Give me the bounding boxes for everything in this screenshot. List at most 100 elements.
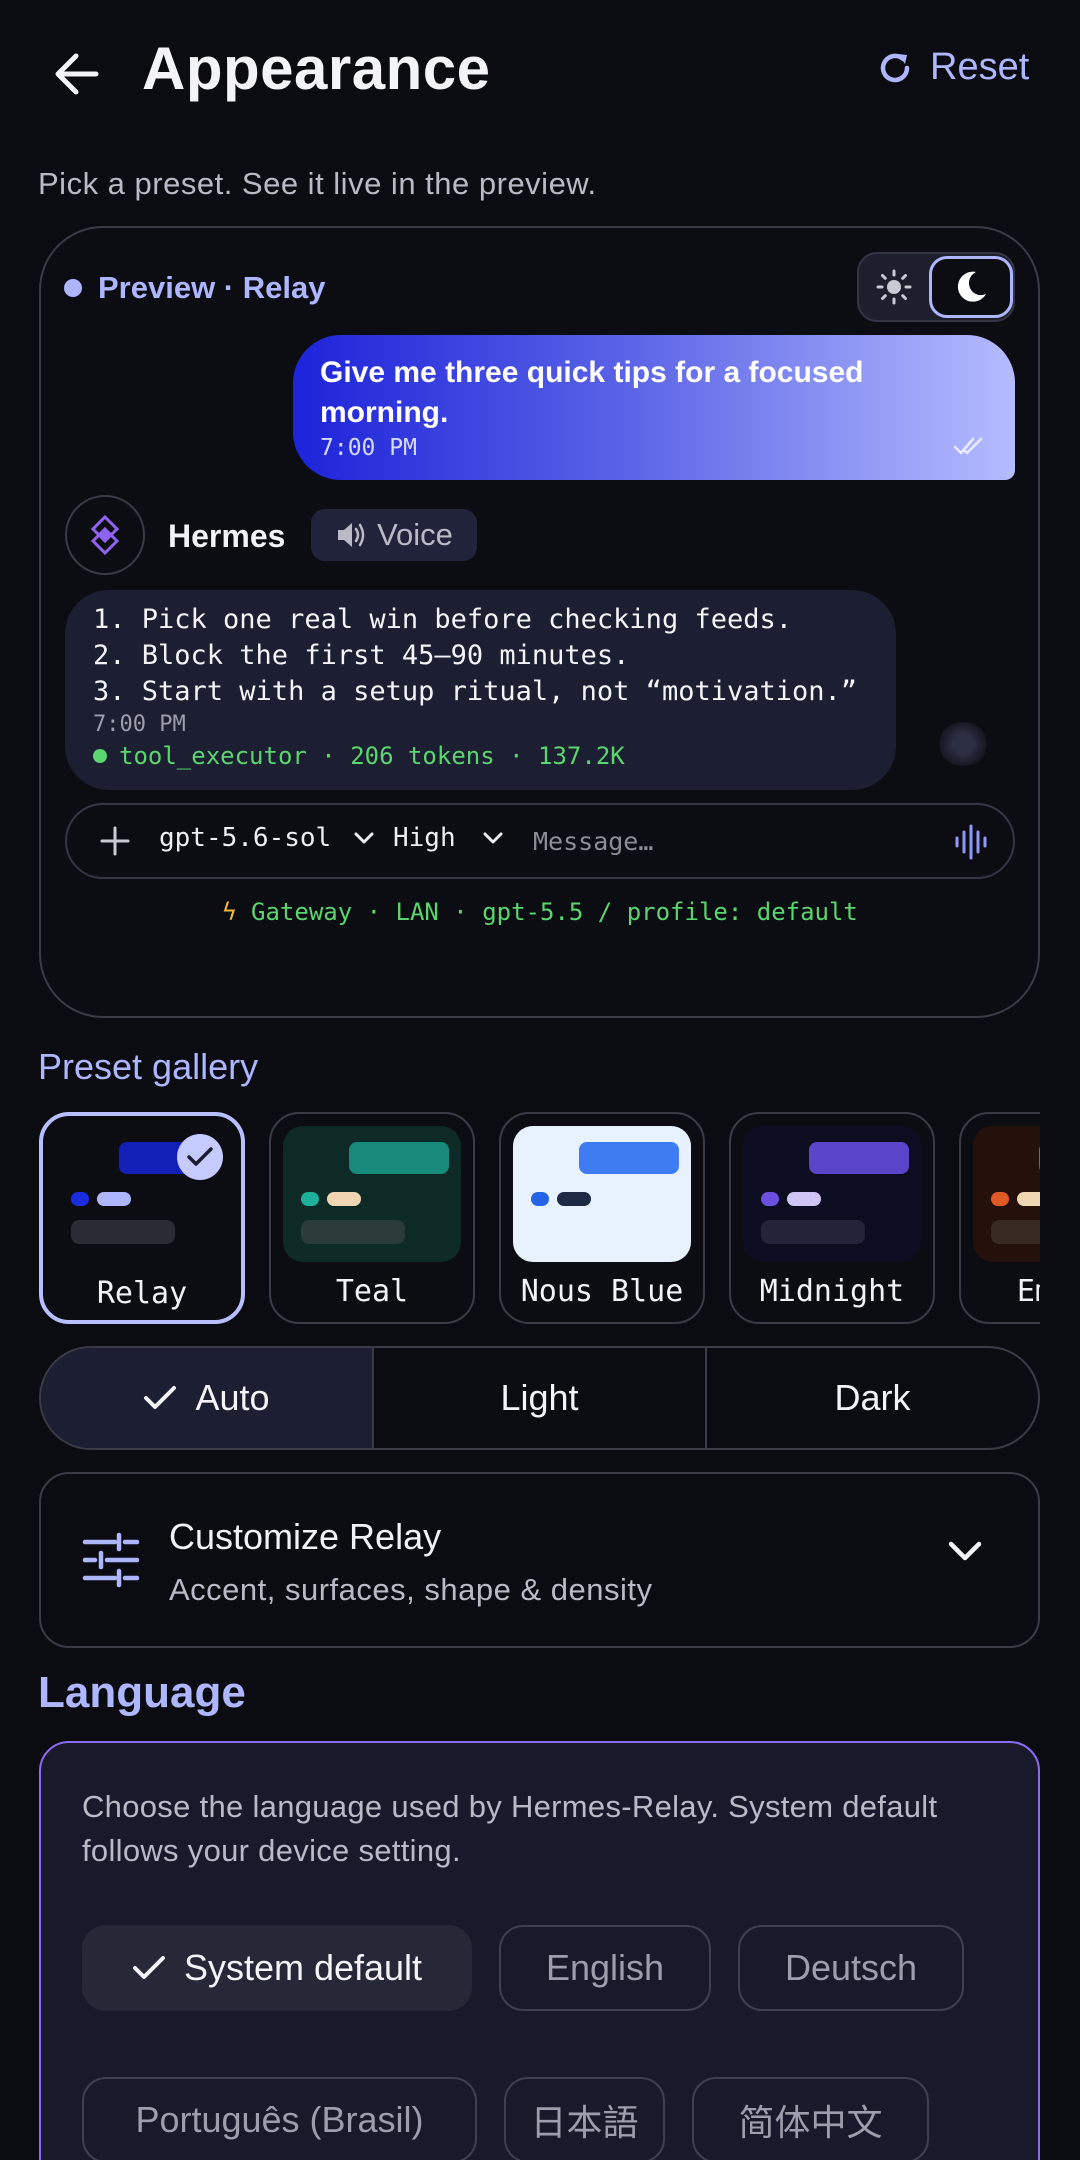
theme-mode-auto-label: Auto (195, 1377, 270, 1418)
preview-label: Preview · Relay (64, 270, 325, 306)
customize-card[interactable]: Customize Relay Accent, surfaces, shape … (39, 1472, 1040, 1648)
preset-teal[interactable]: Teal (269, 1112, 475, 1324)
language-chip-label: English (545, 1947, 665, 1988)
status-dot (93, 749, 107, 763)
page-subtitle: Pick a preset. See it live in the previe… (38, 166, 597, 201)
waveform-icon (955, 824, 987, 860)
model-select-value: gpt-5.6-sol (159, 823, 332, 853)
theme-mode-dark-label: Dark (834, 1377, 911, 1418)
dark-mode-button[interactable] (929, 256, 1013, 318)
sun-icon (876, 269, 912, 305)
language-chip-japanese[interactable]: 日本語 (504, 2077, 665, 2160)
theme-mode-segmented: Auto Light Dark (39, 1346, 1040, 1450)
preset-nous-blue[interactable]: Nous Blue (499, 1112, 705, 1324)
check-icon (144, 1386, 177, 1409)
preset-swatch (283, 1126, 461, 1262)
chevron-down-icon (354, 832, 374, 844)
preset-accent-bar (809, 1142, 909, 1174)
preset-accent-bar (349, 1142, 449, 1174)
theme-mode-light-label: Light (500, 1377, 579, 1418)
preset-relay[interactable]: Relay (39, 1112, 245, 1324)
plus-icon (100, 826, 130, 856)
preset-name: Nous Blue (520, 1274, 684, 1309)
attach-button[interactable] (91, 817, 139, 865)
preset-dot (531, 1192, 549, 1206)
effort-select[interactable]: High (393, 823, 504, 853)
reset-button[interactable]: Reset (876, 46, 1029, 89)
page-title: Appearance (142, 35, 491, 102)
language-chip-label: Deutsch (784, 1947, 918, 1988)
language-chip-simplified-chinese[interactable]: 简体中文 (692, 2077, 929, 2160)
preset-dot (761, 1192, 779, 1206)
language-card: Choose the language used by Hermes-Relay… (39, 1741, 1040, 2160)
hermes-logo-icon (90, 514, 120, 556)
agent-name: Hermes (168, 518, 286, 554)
moon-icon (957, 271, 986, 302)
voice-chip[interactable]: Voice (311, 509, 477, 561)
agent-message-line: 3. Start with a setup ritual, not “motiv… (93, 676, 858, 707)
preset-gallery[interactable]: Relay Teal Nous Blue Midnight Ember (39, 1112, 1040, 1324)
language-section-title: Language (38, 1668, 246, 1717)
preset-gallery-title: Preset gallery (38, 1046, 259, 1087)
preset-dot (301, 1192, 319, 1206)
preset-line (71, 1220, 175, 1244)
voice-label: Voice (377, 517, 453, 552)
agent-meta-text: tool_executor · 206 tokens · 137.2K (119, 742, 625, 770)
reset-label: Reset (930, 46, 1030, 88)
user-message-bubble: Give me three quick tips for a focused m… (293, 335, 1015, 480)
preview-status-dot (64, 279, 82, 297)
language-chip-portuguese[interactable]: Português (Brasil) (82, 2077, 477, 2160)
preset-accent-bar (579, 1142, 679, 1174)
preset-pill (97, 1192, 131, 1206)
preset-ember[interactable]: Ember (959, 1112, 1040, 1324)
back-button[interactable] (48, 44, 108, 104)
message-input[interactable] (533, 819, 913, 863)
model-select[interactable]: gpt-5.6-sol (159, 823, 375, 853)
agent-message-meta: tool_executor · 206 tokens · 137.2K (93, 742, 625, 770)
double-check-icon (953, 437, 983, 455)
customize-title: Customize Relay (169, 1516, 442, 1557)
language-chip-deutsch[interactable]: Deutsch (738, 1925, 964, 2011)
chevron-down-icon (948, 1541, 982, 1561)
agent-message-line: 2. Block the first 45–90 minutes. (93, 640, 630, 671)
preview-label-text: Preview · Relay (98, 270, 326, 305)
preset-name: Ember (1016, 1274, 1040, 1309)
language-chip-label: 日本語 (530, 2102, 639, 2143)
voice-input-button[interactable] (947, 817, 997, 867)
preset-pill (327, 1192, 361, 1206)
preset-dot (71, 1192, 89, 1206)
check-icon (132, 1956, 165, 1979)
preset-midnight[interactable]: Midnight (729, 1112, 935, 1324)
theme-mode-dark[interactable]: Dark (705, 1348, 1038, 1448)
typing-indicator (938, 722, 988, 766)
language-chip-system-default[interactable]: System default (82, 1925, 472, 2011)
gateway-status: ϟ Gateway · LAN · gpt-5.5 / profile: def… (0, 898, 1080, 926)
preset-swatch (743, 1126, 921, 1262)
preset-line (761, 1220, 865, 1244)
language-chip-label: System default (183, 1947, 423, 1988)
preset-pill (1017, 1192, 1040, 1206)
preset-swatch (973, 1126, 1040, 1262)
agent-message-time: 7:00 PM (93, 712, 186, 737)
message-composer: gpt-5.6-sol High (65, 803, 1015, 879)
language-chip-english[interactable]: English (499, 1925, 711, 2011)
language-description: Choose the language used by Hermes-Relay… (82, 1789, 938, 1868)
gateway-status-text: Gateway · LAN · gpt-5.5 / profile: defau… (251, 898, 858, 926)
preset-line (301, 1220, 405, 1244)
preset-line (991, 1220, 1040, 1244)
arrow-left-icon (55, 53, 99, 95)
language-chip-label: 简体中文 (738, 2102, 883, 2143)
preset-dot (991, 1192, 1009, 1206)
agent-message-line: 1. Pick one real win before checking fee… (93, 604, 792, 635)
customize-subtitle: Accent, surfaces, shape & density (169, 1572, 653, 1607)
preset-name: Midnight (759, 1274, 905, 1309)
preset-name: Teal (335, 1274, 409, 1309)
light-mode-button[interactable] (863, 258, 925, 316)
theme-mode-light[interactable]: Light (372, 1348, 705, 1448)
preset-swatch (513, 1126, 691, 1262)
selected-check-icon (177, 1134, 223, 1180)
language-chip-label: Português (Brasil) (135, 2099, 424, 2140)
theme-mode-auto[interactable]: Auto (41, 1348, 372, 1448)
speaker-icon (338, 523, 365, 547)
preview-mode-toggle (857, 252, 1015, 322)
